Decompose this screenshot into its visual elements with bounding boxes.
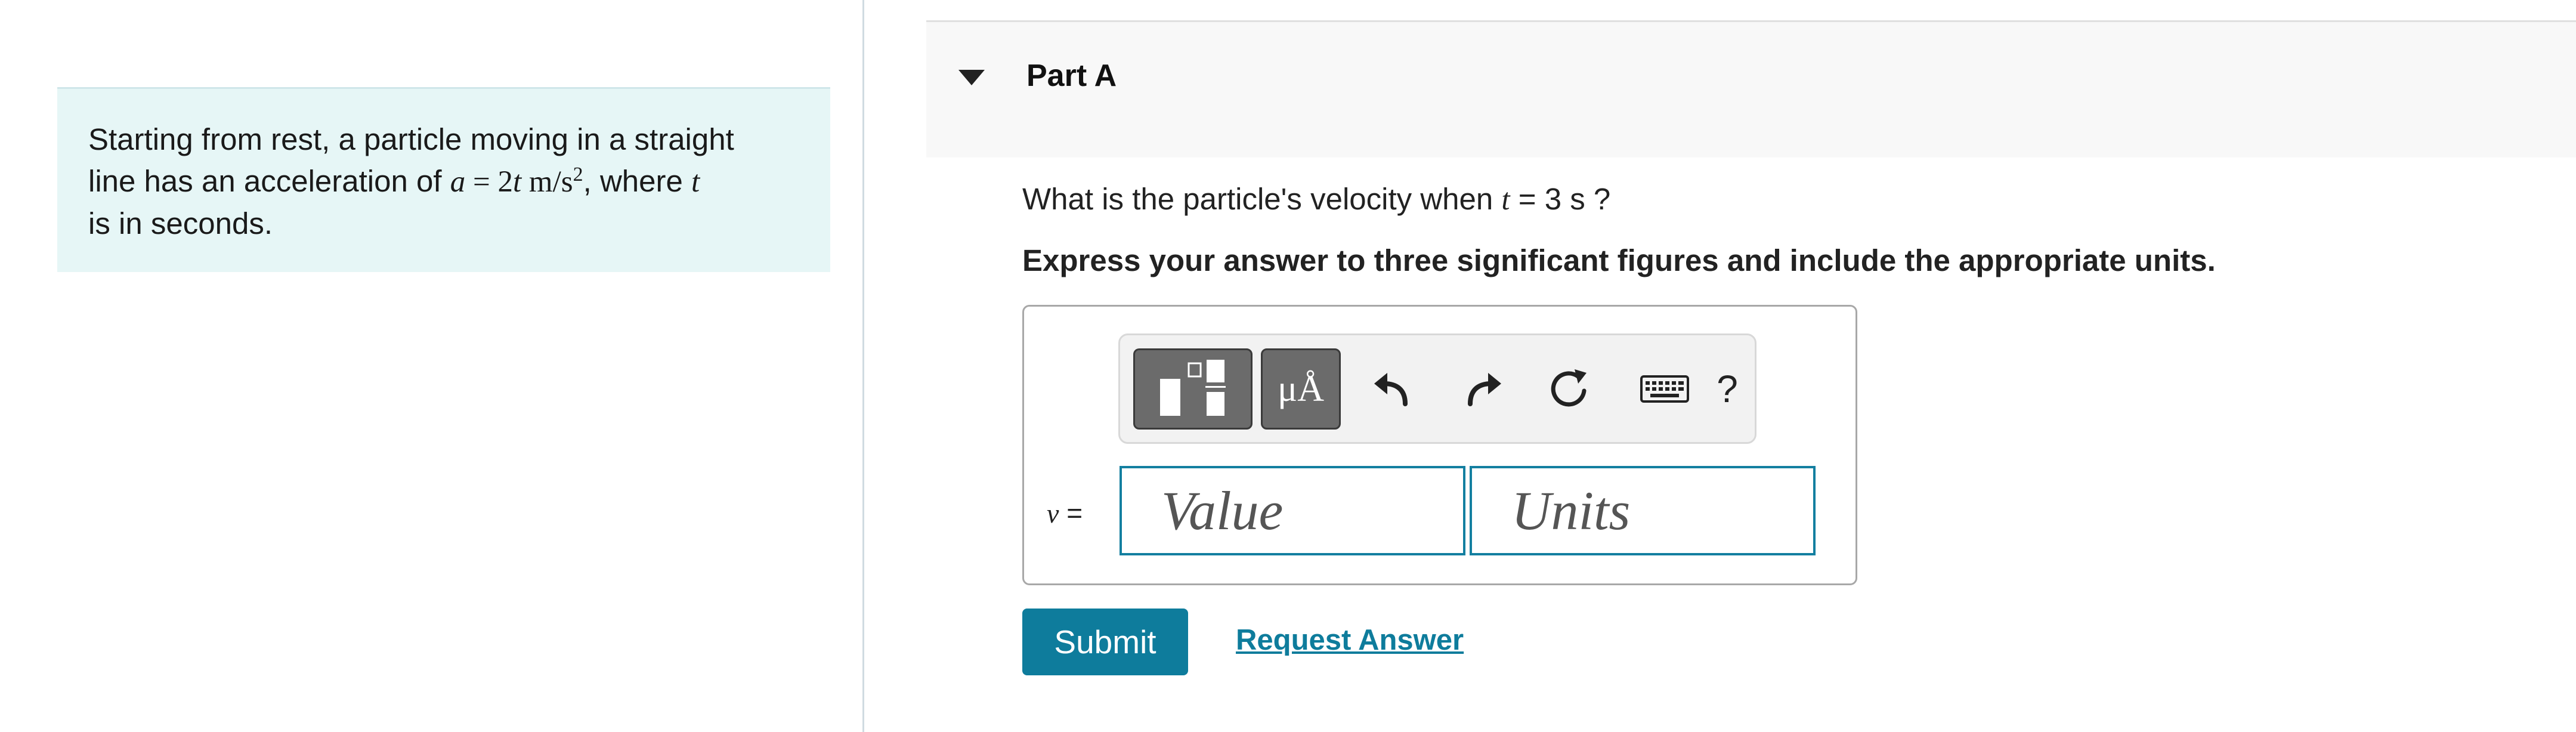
value-input[interactable]: [1120, 466, 1465, 555]
request-answer-link[interactable]: Request Answer: [1236, 623, 1464, 657]
reset-icon: [1551, 369, 1587, 407]
units-label: μÅ: [1277, 368, 1324, 409]
panel-divider: [862, 0, 864, 732]
part-header[interactable]: Part A: [926, 20, 2576, 157]
keyboard-icon: [1640, 375, 1689, 403]
problem-text: line has an acceleration of: [88, 164, 450, 198]
problem-statement: Starting from rest, a particle moving in…: [57, 87, 830, 272]
question-var: t: [1501, 183, 1510, 217]
problem-line-1: Starting from rest, a particle moving in…: [88, 122, 734, 156]
question-middle: = 3 s ?: [1510, 182, 1611, 216]
coefficient: 2: [497, 165, 514, 199]
problem-line-3: is in seconds.: [88, 206, 273, 240]
part-title: Part A: [1026, 58, 1117, 93]
answer-box: μÅ ? v = Value Units: [1022, 305, 1857, 585]
math-toolbar: μÅ ?: [1118, 333, 1756, 444]
answer-variable-label: v =: [1047, 497, 1083, 529]
var-a: a: [450, 165, 466, 199]
undo-icon: [1374, 373, 1408, 406]
units-input[interactable]: [1470, 466, 1816, 555]
undo-button[interactable]: [1359, 348, 1424, 430]
var-t: t: [513, 165, 522, 199]
problem-line-2: line has an acceleration of a = 2t m/s2,…: [88, 160, 799, 203]
redo-icon: [1468, 373, 1501, 406]
redo-button[interactable]: [1451, 348, 1517, 430]
help-button[interactable]: ?: [1703, 348, 1751, 430]
answer-var: v: [1047, 498, 1059, 529]
units-button[interactable]: μÅ: [1261, 348, 1341, 430]
instruction-text: Express your answer to three significant…: [1022, 243, 2216, 277]
collapse-caret-icon[interactable]: [958, 70, 985, 85]
unit-exponent: 2: [573, 163, 583, 186]
unit: m/s: [521, 165, 573, 199]
problem-text-post: , where: [583, 164, 692, 198]
question-prefix: What is the particle's velocity when: [1022, 182, 1502, 216]
keyboard-button[interactable]: [1626, 348, 1703, 430]
reset-button[interactable]: [1536, 348, 1602, 430]
templates-button[interactable]: [1133, 348, 1253, 430]
templates-icon: [1160, 360, 1226, 416]
equals-sign: =: [465, 165, 498, 199]
question-text: What is the particle's velocity when t =…: [1022, 181, 1610, 217]
submit-button[interactable]: Submit: [1022, 609, 1188, 675]
var-t-2: t: [691, 165, 700, 199]
answer-equals: =: [1059, 498, 1083, 529]
